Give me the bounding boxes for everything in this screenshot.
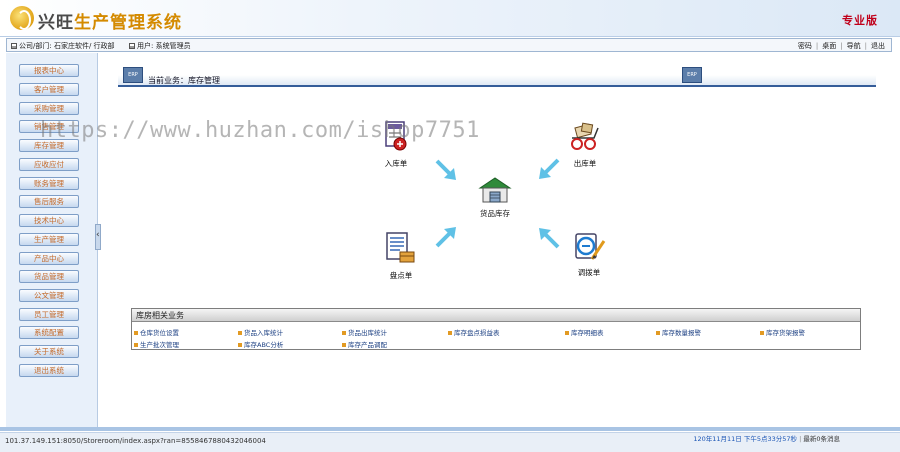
section-header-bar bbox=[118, 75, 876, 87]
warehouse-icon bbox=[478, 177, 512, 203]
link-label: 库存ABC分析 bbox=[244, 341, 284, 349]
app-title: 兴旺生产管理系统 bbox=[38, 8, 182, 33]
link-label: 生产批次管理 bbox=[140, 341, 179, 349]
sidebar-item-documents[interactable]: 公文管理 bbox=[19, 289, 79, 302]
current-business-title: 当前业务：库存管理 bbox=[148, 76, 220, 85]
stock-in-label: 入库单 bbox=[384, 159, 408, 168]
sidebar-item-products[interactable]: 产品中心 bbox=[19, 252, 79, 265]
top-links: 密码 | 桌面 | 导航 | 退出 bbox=[797, 42, 885, 50]
stock-out-node[interactable]: 出库单 bbox=[568, 120, 602, 169]
link-abc-analysis[interactable]: 库存ABC分析 bbox=[238, 339, 283, 349]
sidebar-item-receivables[interactable]: 应收应付 bbox=[19, 158, 79, 171]
sidebar-item-accounts[interactable]: 账务管理 bbox=[19, 177, 79, 190]
sidebar-item-goods[interactable]: 货品管理 bbox=[19, 270, 79, 283]
grid-icon bbox=[129, 43, 135, 49]
bullet-icon bbox=[342, 343, 346, 347]
bullet-icon bbox=[134, 331, 138, 335]
bullet-icon bbox=[342, 331, 346, 335]
transfer-label: 调拨单 bbox=[577, 268, 601, 277]
link-count-profit-loss[interactable]: 库存盘点损益表 bbox=[448, 327, 500, 337]
bullet-icon bbox=[134, 343, 138, 347]
app-title-prefix: 兴旺 bbox=[38, 13, 74, 33]
link-stock-in-stats[interactable]: 货品入库统计 bbox=[238, 327, 283, 337]
arrow-up-right-icon bbox=[435, 227, 456, 248]
link-label: 货品入库统计 bbox=[244, 329, 283, 337]
inventory-node[interactable]: 货品库存 bbox=[476, 176, 514, 219]
sidebar-collapse-handle[interactable] bbox=[95, 224, 101, 250]
link-label: 货品出库统计 bbox=[348, 329, 387, 337]
transfer-edit-icon bbox=[575, 233, 606, 260]
erp-tab-icon: ERP bbox=[682, 67, 702, 83]
watermark-text: https://www.huzhan.com/ishop7751 bbox=[40, 118, 480, 143]
main-content: ERP ERP bbox=[102, 53, 894, 428]
arrow-up-left-icon bbox=[539, 228, 560, 249]
stock-count-label: 盘点单 bbox=[389, 271, 413, 280]
link-stock-out-stats[interactable]: 货品出库统计 bbox=[342, 327, 387, 337]
inventory-sheet-icon bbox=[386, 232, 415, 263]
link-label: 库存盘点损益表 bbox=[454, 329, 500, 337]
company-extra: 软件/ 行政部 bbox=[74, 42, 115, 50]
info-bar: 公司/部门: 石家庄软件/ 行政部 用户: 系统管理员 密码 | 桌面 | 导航 | 退出 bbox=[6, 38, 892, 52]
sidebar-item-service[interactable]: 售后服务 bbox=[19, 195, 79, 208]
link-stock-detail[interactable]: 库存明细表 bbox=[565, 327, 604, 337]
bullet-icon bbox=[238, 331, 242, 335]
user-info: 用户: 系统管理员 bbox=[129, 41, 191, 51]
sidebar-item-reports[interactable]: 报表中心 bbox=[19, 64, 79, 77]
footer-divider bbox=[0, 427, 900, 431]
link-logout[interactable]: 退出 bbox=[871, 42, 885, 50]
left-sidebar: 报表中心 客户管理 采购管理 销售管理 库存管理 应收应付 账务管理 售后服务 … bbox=[6, 53, 98, 428]
link-product-allocation[interactable]: 库存产品调配 bbox=[342, 339, 387, 349]
arrow-down-right-icon bbox=[435, 159, 456, 180]
bullet-icon bbox=[760, 331, 764, 335]
link-shelf-alert[interactable]: 库存货架报警 bbox=[760, 327, 805, 337]
link-quantity-alert[interactable]: 库存数量报警 bbox=[656, 327, 701, 337]
link-batch-management[interactable]: 生产批次管理 bbox=[134, 339, 179, 349]
link-label: 库存货架报警 bbox=[766, 329, 805, 337]
sidebar-item-production[interactable]: 生产管理 bbox=[19, 233, 79, 246]
related-business-title: 库房相关业务 bbox=[132, 309, 860, 322]
link-password[interactable]: 密码 bbox=[798, 42, 812, 50]
app-header: 兴旺生产管理系统 专业版 bbox=[0, 0, 900, 37]
link-navigation[interactable]: 导航 bbox=[847, 42, 861, 50]
stock-out-label: 出库单 bbox=[573, 159, 597, 168]
stock-count-node[interactable]: 盘点单 bbox=[384, 232, 418, 281]
sidebar-item-about[interactable]: 关于系统 bbox=[19, 345, 79, 358]
link-location-setup[interactable]: 仓库货位设置 bbox=[134, 327, 179, 337]
link-desktop[interactable]: 桌面 bbox=[822, 42, 836, 50]
sidebar-item-customers[interactable]: 客户管理 bbox=[19, 83, 79, 96]
link-label: 仓库货位设置 bbox=[140, 329, 179, 337]
sidebar-item-tech[interactable]: 技术中心 bbox=[19, 214, 79, 227]
sidebar-item-staff[interactable]: 员工管理 bbox=[19, 308, 79, 321]
inventory-label: 货品库存 bbox=[480, 209, 510, 218]
sidebar-item-config[interactable]: 系统配置 bbox=[19, 326, 79, 339]
bullet-icon bbox=[565, 331, 569, 335]
bullet-icon bbox=[656, 331, 660, 335]
status-bar: 101.37.149.151:8050/Storeroom/index.aspx… bbox=[0, 432, 900, 452]
bullet-icon bbox=[448, 331, 452, 335]
link-label: 库存数量报警 bbox=[662, 329, 701, 337]
app-title-main: 生产管理系统 bbox=[74, 13, 182, 33]
edition-label: 专业版 bbox=[842, 14, 878, 27]
bullet-icon bbox=[238, 343, 242, 347]
link-label: 库存产品调配 bbox=[348, 341, 387, 349]
company-label: 公司/部门: 石家庄 bbox=[19, 42, 75, 50]
related-business-panel: 库房相关业务 仓库货位设置 货品入库统计 货品出库统计 库存盘点损益表 库存明细… bbox=[131, 308, 861, 350]
link-label: 库存明细表 bbox=[571, 329, 604, 337]
grid-icon bbox=[11, 43, 17, 49]
handcart-icon bbox=[571, 122, 599, 150]
status-datetime: 120年11月11日 下午5点33分57秒 bbox=[693, 435, 798, 443]
app-logo-icon bbox=[10, 6, 34, 30]
transfer-node[interactable]: 调拨单 bbox=[572, 231, 606, 278]
erp-tab-icon: ERP bbox=[123, 67, 143, 83]
sidebar-item-purchasing[interactable]: 采购管理 bbox=[19, 102, 79, 115]
sidebar-item-exit[interactable]: 退出系统 bbox=[19, 364, 79, 377]
status-messages[interactable]: 最新0条消息 bbox=[803, 435, 840, 443]
company-info: 公司/部门: 石家庄软件/ 行政部 bbox=[11, 41, 115, 51]
status-url: 101.37.149.151:8050/Storeroom/index.aspx… bbox=[5, 437, 266, 445]
arrow-down-left-icon bbox=[539, 158, 560, 179]
user-label: 用户: 系统管理员 bbox=[137, 42, 191, 50]
status-info: 120年11月11日 下午5点33分57秒 | 最新0条消息 bbox=[693, 435, 840, 443]
